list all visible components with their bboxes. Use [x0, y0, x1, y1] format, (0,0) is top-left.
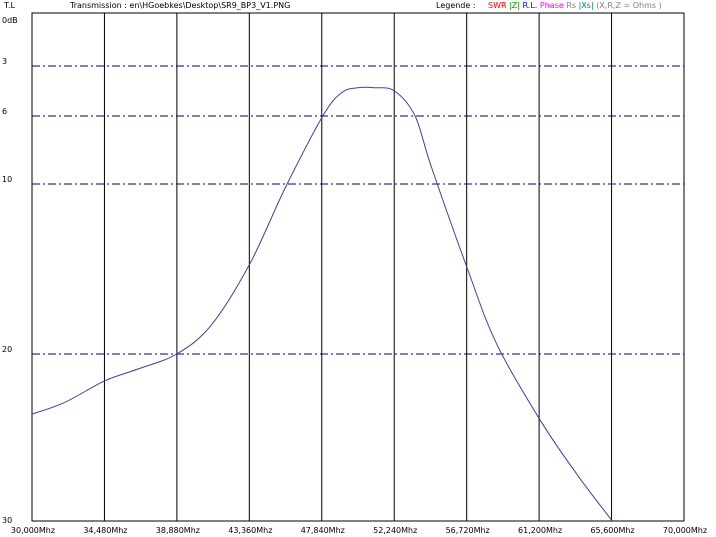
x-tick-label: 70,000Mhz [663, 526, 707, 535]
y-tick-label: 30 [2, 516, 12, 525]
y-tick-label: 20 [2, 345, 12, 354]
y-tick-label: 10 [2, 175, 12, 184]
y-tick-label: 3 [2, 57, 7, 66]
x-tick-label: 65,600Mhz [590, 526, 634, 535]
y-tick-label: 6 [2, 107, 7, 116]
x-tick-label: 52,240Mhz [373, 526, 417, 535]
transmission-chart: 0dB 3 6 10 20 3030,000Mhz 34,480Mhz 38,880Mhz 43… [2, 12, 707, 535]
x-tick-label: 43,360Mhz [228, 526, 272, 535]
x-tick-label: 61,200Mhz [518, 526, 562, 535]
y-tick-label: 0dB [2, 16, 18, 25]
plot-frame [31, 12, 685, 522]
x-tick-label: 56,720Mhz [446, 526, 490, 535]
x-tick-label: 34,480Mhz [83, 526, 127, 535]
x-tick-label: 47,840Mhz [301, 526, 345, 535]
x-tick-label: 38,880Mhz [156, 526, 200, 535]
x-tick-label: 30,000Mhz [11, 526, 55, 535]
